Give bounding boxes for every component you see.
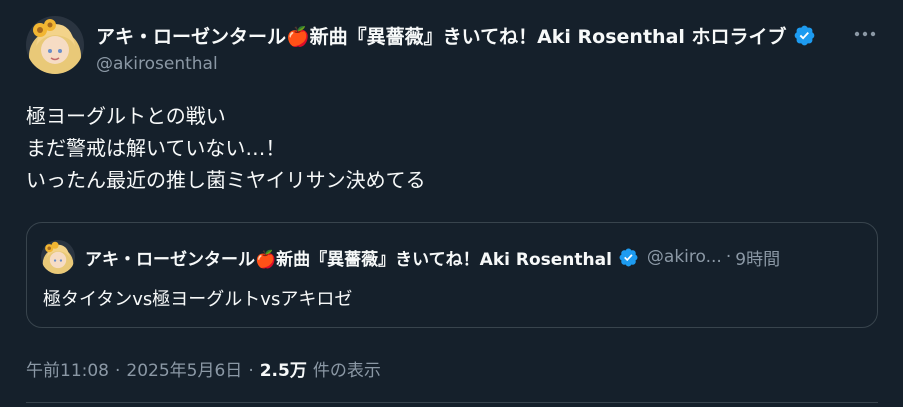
author-display-name[interactable]: アキ・ローゼンタール🍎新曲『異薔薇』きいてね！Aki Rosenthal ホロラ… [96, 22, 787, 49]
quoted-tweet-text: 極タイタンvs極ヨーグルトvsアキロゼ [43, 289, 353, 310]
tweet: アキ・ローゼンタール🍎新曲『異薔薇』きいてね！Aki Rosenthal ホロラ… [0, 0, 903, 407]
avatar[interactable] [26, 16, 84, 74]
quoted-display-name: アキ・ローゼンタール🍎新曲『異薔薇』きいてね！Aki Rosenthal [85, 249, 612, 270]
separator-dot: · [115, 361, 121, 381]
avatar-image [26, 16, 84, 74]
tweet-body: 極ヨーグルトとの戦い まだ警戒は解いていない…！ いったん最近の推し菌ミヤイリサ… [26, 100, 876, 196]
tweet-body-line: いったん最近の推し菌ミヤイリサン決めてる [26, 168, 426, 192]
quoted-handle: @akiro... [646, 247, 722, 267]
view-count-label: 件の表示 [312, 361, 381, 381]
quoted-tweet-card[interactable]: アキ・ローゼンタール🍎新曲『異薔薇』きいてね！Aki Rosenthal @ak… [26, 222, 878, 328]
tweet-time[interactable]: 午前11:08 [26, 356, 109, 381]
separator-dot: · [725, 247, 732, 267]
tweet-date[interactable]: 2025年5月6日 [126, 356, 242, 381]
quoted-header: アキ・ローゼンタール🍎新曲『異薔薇』きいてね！Aki Rosenthal @ak… [85, 243, 865, 271]
more-options-button[interactable] [852, 24, 878, 44]
quoted-avatar-image [41, 240, 75, 274]
verified-badge-icon [619, 248, 638, 266]
author-handle[interactable]: @akirosenthal [96, 54, 218, 74]
view-count: 2.5万 [259, 361, 307, 381]
verified-badge-icon [794, 25, 814, 45]
separator-dot: · [248, 361, 254, 381]
more-horizontal-icon [854, 31, 876, 37]
tweet-body-line: まだ警戒は解いていない…！ [26, 136, 286, 160]
author-name-row: アキ・ローゼンタール🍎新曲『異薔薇』きいてね！Aki Rosenthal ホロラ… [96, 20, 831, 50]
tweet-meta: 午前11:08 · 2025年5月6日 · 2.5万 件の表示 [26, 356, 381, 381]
quoted-timestamp[interactable]: 9時間 [735, 245, 780, 270]
quoted-avatar [41, 240, 75, 274]
divider [26, 402, 878, 403]
tweet-body-line: 極ヨーグルトとの戦い [26, 104, 226, 128]
